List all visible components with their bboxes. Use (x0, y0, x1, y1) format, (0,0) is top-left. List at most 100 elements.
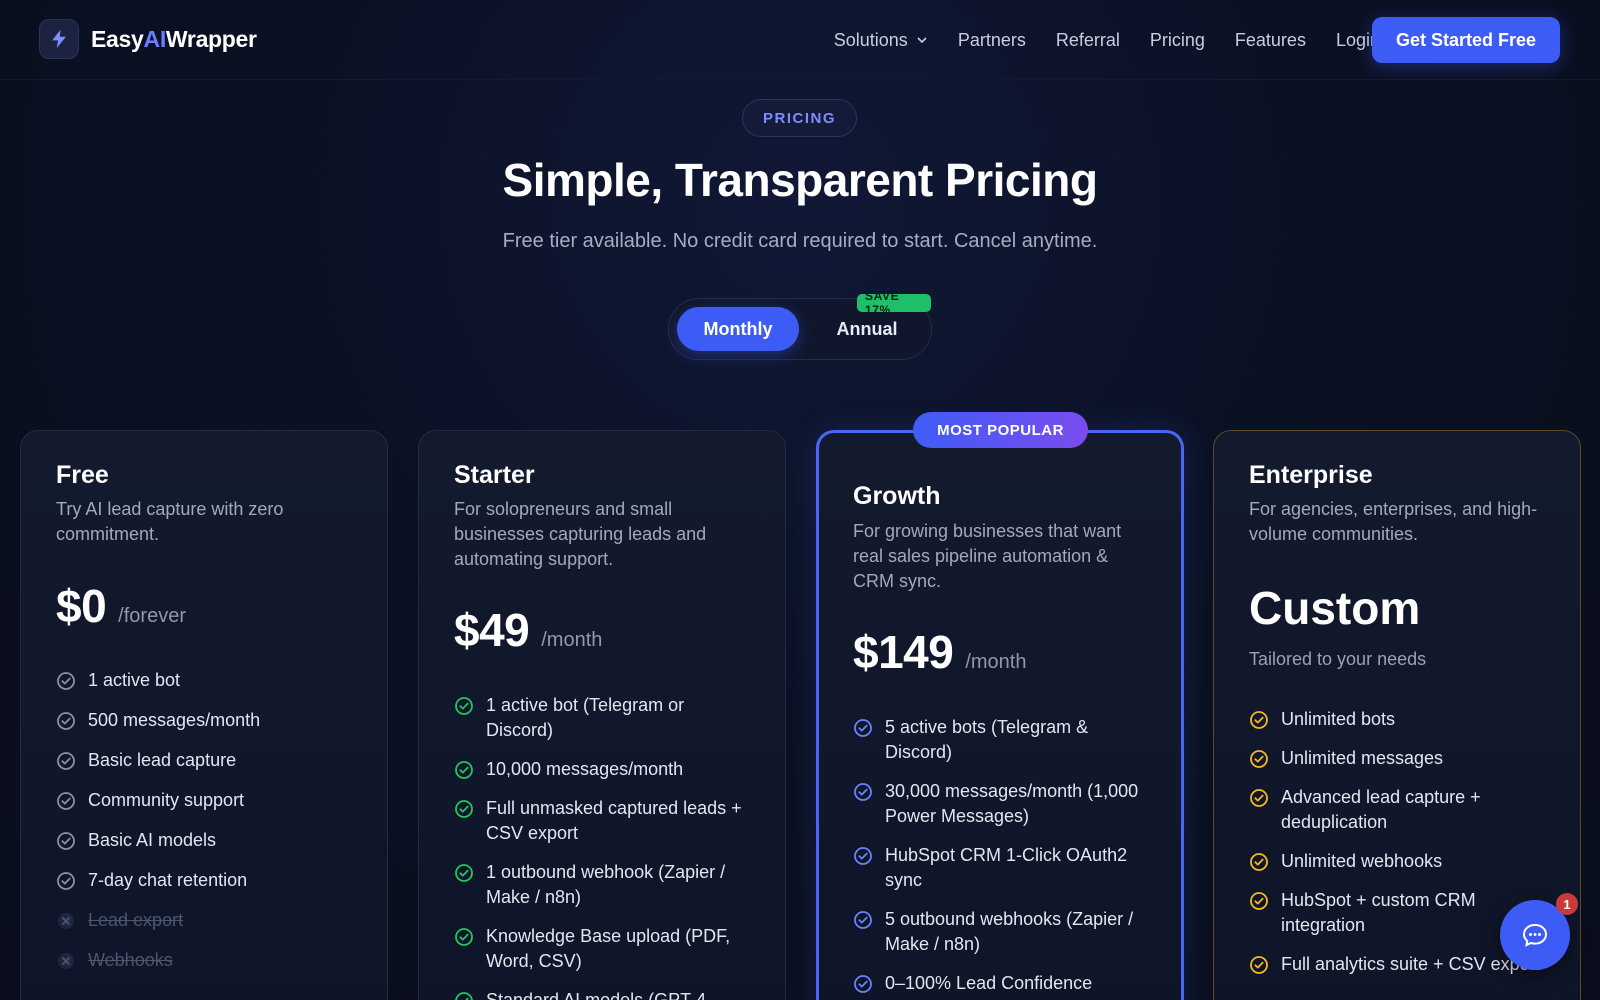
feature-text: Unlimited webhooks (1281, 851, 1443, 871)
feature-list: 1 active bot 500 messages/month Basic lead… (56, 668, 356, 988)
plan-price: $149 /month (853, 625, 1027, 679)
plan-name: Enterprise (1249, 461, 1373, 489)
nav-pricing[interactable]: Pricing (1150, 30, 1205, 51)
plan-description: Try AI lead capture with zero commitment… (56, 499, 284, 544)
feature-text: 7-day chat retention (88, 870, 248, 890)
feature-item: Webhooks (56, 948, 356, 973)
nav-solutions[interactable]: Solutions (834, 30, 928, 51)
feature-list: 5 active bots (Telegram & Discord) 30,000… (853, 715, 1153, 1000)
feature-text: Basic lead capture (88, 750, 237, 770)
plan-price: $49 /month (454, 603, 602, 657)
brand-logo[interactable]: EasyAIWrapper (39, 19, 257, 59)
feature-text: Advanced lead capture + deduplication (1281, 787, 1481, 832)
check-circle-icon (57, 752, 75, 770)
feature-item: Advanced lead capture + deduplication (1249, 785, 1549, 835)
billing-toggle: Monthly Annual SAVE 17% (668, 289, 932, 360)
plan-name: Growth (853, 482, 941, 510)
price-period: /forever (118, 605, 186, 627)
price-amount: $49 (454, 604, 530, 656)
feature-text: 1 active bot (Telegram or Discord) (486, 695, 685, 740)
brand-name-ai: AI (143, 25, 167, 52)
feature-item: Unlimited bots (1249, 707, 1549, 732)
feature-text: 0–100% Lead Confidence Scoring (885, 973, 1093, 1000)
nav-partners[interactable]: Partners (958, 30, 1026, 51)
feature-text: HubSpot CRM 1-Click OAuth2 sync (885, 845, 1128, 890)
feature-item: Full analytics suite + CSV export (1249, 952, 1549, 977)
feature-text: Unlimited bots (1281, 709, 1396, 729)
plan-price: $0 /forever (56, 579, 186, 633)
check-circle-icon (57, 712, 75, 730)
check-circle-icon (57, 832, 75, 850)
feature-item: 1 outbound webhook (Zapier / Make / n8n) (454, 860, 754, 910)
nav-features[interactable]: Features (1235, 30, 1306, 51)
top-navbar: EasyAIWrapper Solutions Partners Referra… (0, 0, 1600, 80)
feature-item: 30,000 messages/month (1,000 Power Messa… (853, 779, 1153, 829)
chevron-down-icon (917, 37, 927, 44)
plan-name: Starter (454, 461, 535, 489)
billing-monthly-button[interactable]: Monthly (677, 307, 799, 351)
plan-card-free: Free Try AI lead capture with zero commi… (20, 430, 388, 1000)
check-circle-icon (455, 800, 473, 818)
check-circle-icon (455, 992, 473, 1000)
nav-referral[interactable]: Referral (1056, 30, 1120, 51)
check-circle-icon (854, 911, 872, 929)
feature-item: 5 active bots (Telegram & Discord) (853, 715, 1153, 765)
page-subtitle: Free tier available. No credit card requ… (502, 230, 1098, 252)
price-period: /month (965, 651, 1027, 673)
check-circle-icon (455, 864, 473, 882)
plan-description: For agencies, enterprises, and high-volu… (1249, 499, 1538, 544)
feature-text: Unlimited messages (1281, 748, 1444, 768)
feature-item: 7-day chat retention (56, 868, 356, 893)
feature-text: 30,000 messages/month (1,000 Power Messa… (885, 781, 1139, 826)
feature-item: Lead export (56, 908, 356, 933)
feature-list: 1 active bot (Telegram or Discord) 10,000… (454, 693, 754, 1000)
feature-text: 1 active bot (88, 670, 181, 690)
brand-name: EasyAIWrapper (91, 26, 257, 53)
check-circle-icon (455, 697, 473, 715)
save-badge: SAVE 17% (857, 289, 931, 317)
feature-text: Standard AI models (GPT-4 (486, 990, 707, 1000)
brand-name-part: Wrapper (165, 25, 257, 52)
get-started-button[interactable]: Get Started Free (1372, 17, 1560, 63)
plan-tagline: Tailored to your needs (1249, 649, 1427, 669)
unread-badge: 1 (1556, 893, 1578, 915)
chat-bubble-icon (1522, 923, 1548, 947)
feature-item: Knowledge Base upload (PDF, Word, CSV) (454, 924, 754, 974)
plan-card-starter: Starter For solopreneurs and small busin… (418, 430, 786, 1000)
feature-item: Full unmasked captured leads + CSV expor… (454, 796, 754, 846)
feature-text: 5 active bots (Telegram & Discord) (885, 717, 1089, 762)
check-circle-icon (1250, 956, 1268, 974)
plan-description: For growing businesses that want real sa… (853, 521, 1122, 591)
check-circle-icon (854, 847, 872, 865)
feature-text: Full analytics suite + CSV export (1281, 954, 1541, 974)
page-title: Simple, Transparent Pricing (502, 154, 1098, 206)
check-circle-icon (1250, 853, 1268, 871)
plan-price: Custom (1249, 582, 1421, 634)
plan-name: Free (56, 461, 109, 489)
feature-item: 0–100% Lead Confidence Scoring (853, 971, 1153, 1000)
brand-name-part: Easy (91, 25, 144, 52)
check-circle-icon (57, 792, 75, 810)
feature-item: 1 active bot (Telegram or Discord) (454, 693, 754, 743)
plan-card-growth: MOST POPULAR Growth For growing business… (816, 412, 1184, 1000)
x-circle-icon (58, 913, 74, 929)
check-circle-icon (1250, 711, 1268, 729)
check-circle-icon (57, 872, 75, 890)
check-circle-icon (854, 783, 872, 801)
feature-item: Unlimited webhooks (1249, 849, 1549, 874)
feature-item: 10,000 messages/month (454, 757, 754, 782)
feature-text: 10,000 messages/month (486, 759, 684, 779)
price-period: /month (541, 629, 603, 651)
check-circle-icon (854, 975, 872, 993)
feature-text: Webhooks (88, 950, 173, 970)
feature-item: 5 outbound webhooks (Zapier / Make / n8n… (853, 907, 1153, 957)
feature-item: HubSpot CRM 1-Click OAuth2 sync (853, 843, 1153, 893)
check-circle-icon (1250, 892, 1268, 910)
check-circle-icon (1250, 750, 1268, 768)
feature-text: 500 messages/month (88, 710, 261, 730)
feature-item: Community support (56, 788, 356, 813)
section-pill: PRICING (742, 99, 857, 137)
check-circle-icon (455, 928, 473, 946)
check-circle-icon (854, 719, 872, 737)
feature-text: 1 outbound webhook (Zapier / Make / n8n) (486, 862, 726, 907)
